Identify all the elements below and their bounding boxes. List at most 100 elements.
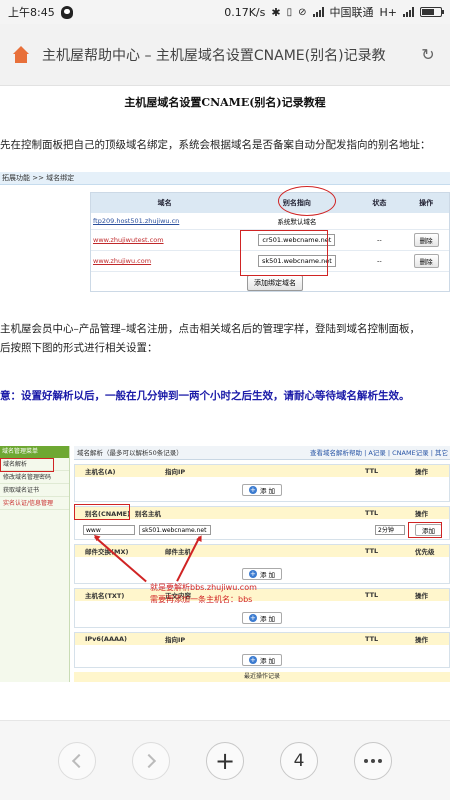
menu-button[interactable]: [354, 741, 392, 780]
aaaa-col-action: 操作: [415, 636, 428, 644]
cname-value: 系统默认域名: [277, 218, 317, 226]
dns-panel-screenshot: 域名管理菜单 域名解析 修改域名管理密码 获取域名证书 实名认证/信息管理 域名…: [0, 446, 450, 682]
page-title[interactable]: 主机屋帮助中心 – 主机屋域名设置CNAME(别名)记录教: [42, 45, 402, 65]
site-home-icon: [12, 45, 30, 64]
breadcrumb: 拓展功能 >> 域名绑定: [0, 172, 450, 185]
vibrate-icon: ▯: [286, 6, 293, 18]
side-menu: 域名管理菜单 域名解析 修改域名管理密码 获取域名证书 实名认证/信息管理: [0, 446, 70, 682]
domain-binding-screenshot: 拓展功能 >> 域名绑定 域名 别名指向 状态 操作 ftp209.host50…: [0, 172, 450, 294]
cname-col-ttl: TTL: [365, 509, 379, 517]
txt-record-section: 主机名(TXT) 正文内容 TTL 操作 + 添 加: [74, 588, 450, 628]
highlight-oval: [278, 186, 336, 216]
side-item-cert[interactable]: 获取域名证书: [0, 484, 69, 497]
col-domain: 域名: [157, 199, 172, 207]
aaaa-col-ttl: TTL: [365, 635, 379, 643]
mx-col-priority: 优先级: [415, 548, 435, 556]
dns-toolbar: 域名解析（最多可以解析50条记录） 查看域名解析帮助 | A记录 | CNAME…: [74, 446, 450, 460]
bluetooth-icon: ✱: [271, 5, 281, 19]
highlight-box: [74, 504, 130, 520]
dns-help-links[interactable]: 查看域名解析帮助 | A记录 | CNAME记录 | 其它: [310, 446, 450, 459]
annotation-line1: 就是要解析bbs.zhujiwu.com: [150, 583, 257, 592]
warning-note: 意：设置好解析以后，一般在几分钟到一两个小时之后生效，请耐心等待域名解析生效。: [0, 390, 410, 402]
silent-icon: ⊘: [298, 6, 307, 18]
table-header: 域名 别名指向 状态 操作: [91, 193, 449, 213]
intro-paragraph: 先在控制面板把自己的顶级域名绑定，系统会根据域名是否备案自动分配发指向的别名地址…: [0, 139, 431, 151]
ttl-select[interactable]: 2分钟: [375, 525, 405, 535]
a-record-section: 主机名(A) 指向IP TTL 操作 + 添 加: [74, 464, 450, 502]
plus-icon: +: [214, 746, 236, 775]
col-status: 状态: [372, 199, 387, 207]
mx-add-button[interactable]: + 添 加: [241, 568, 283, 580]
cname-col-action: 操作: [415, 510, 428, 518]
highlight-box: [408, 522, 442, 538]
a-add-label: 添 加: [259, 487, 276, 495]
dns-main: 域名解析（最多可以解析50条记录） 查看域名解析帮助 | A记录 | CNAME…: [74, 446, 450, 682]
battery-icon: [420, 7, 444, 17]
domain-link[interactable]: ftp209.host501.zhujiwu.cn: [93, 217, 179, 225]
recent-ops-bar[interactable]: 最近操作记录: [74, 672, 450, 682]
chevron-right-icon: [141, 753, 157, 768]
signal-icon: [312, 7, 324, 17]
a-add-button[interactable]: + 添 加: [241, 484, 283, 496]
a-col-ttl: TTL: [365, 467, 379, 475]
annotation-note: 就是要解析bbs.zhujiwu.com 需要再添加一条主机名：bbs: [150, 582, 257, 606]
annotation-line2: 需要再添加一条主机名：bbs: [150, 595, 253, 604]
plus-icon: +: [248, 486, 257, 494]
more-icon: [364, 758, 382, 763]
mx-col-ttl: TTL: [365, 547, 379, 555]
domain-link[interactable]: www.zhujiwutest.com: [93, 236, 164, 244]
cname-target-input[interactable]: sk501.webcname.net: [139, 525, 211, 535]
steps-paragraph-line2: 后按照下图的形式进行相关设置：: [0, 342, 158, 354]
plus-icon: +: [248, 614, 257, 622]
side-menu-title: 域名管理菜单: [0, 446, 69, 458]
mx-col-host: 邮件交换(MX): [85, 548, 129, 556]
reload-icon[interactable]: ↻: [418, 45, 438, 65]
aaaa-col-host: IPv6(AAAA): [85, 635, 128, 643]
status-value: --: [377, 236, 382, 244]
aaaa-add-button[interactable]: + 添 加: [241, 654, 283, 666]
txt-add-button[interactable]: + 添 加: [241, 612, 283, 624]
plus-icon: +: [248, 570, 257, 578]
cname-col-host: 别名主机: [135, 510, 161, 518]
browser-bottom-bar: + 4: [0, 720, 450, 800]
forward-button[interactable]: [132, 741, 170, 780]
back-button[interactable]: [58, 741, 96, 780]
aaaa-col-ip: 指向IP: [165, 636, 186, 644]
aaaa-add-label: 添 加: [259, 657, 276, 665]
delete-button[interactable]: 删除: [413, 254, 439, 268]
txt-add-label: 添 加: [259, 615, 276, 623]
highlight-box: [240, 230, 328, 276]
status-bar: 上午8:45 0.17K/s ✱ ▯ ⊘ 中国联通 H+: [0, 0, 450, 24]
mx-add-label: 添 加: [259, 571, 276, 579]
phone-screen: 上午8:45 0.17K/s ✱ ▯ ⊘ 中国联通 H+ 主机屋帮助中心 – 主…: [0, 0, 450, 800]
qq-icon: [60, 5, 73, 19]
tabs-button[interactable]: 4: [280, 741, 318, 780]
new-tab-button[interactable]: +: [206, 741, 244, 780]
status-time: 上午8:45: [8, 6, 55, 19]
signal-icon-2: [403, 7, 414, 17]
txt-col-ttl: TTL: [365, 591, 379, 599]
delete-button[interactable]: 删除: [413, 233, 439, 247]
status-value: --: [377, 257, 382, 265]
plus-icon: +: [248, 656, 257, 664]
col-action: 操作: [419, 199, 434, 207]
side-item-realname[interactable]: 实名认证/信息管理: [0, 497, 69, 510]
aaaa-record-section: IPv6(AAAA) 指向IP TTL 操作 + 添 加: [74, 632, 450, 668]
dns-title: 域名解析（最多可以解析50条记录）: [77, 449, 183, 457]
tab-count: 4: [293, 750, 305, 771]
network-type: H+: [379, 5, 398, 19]
add-binding-button[interactable]: 添加绑定域名: [247, 275, 303, 291]
table-row: ftp209.host501.zhujiwu.cn 系统默认域名: [91, 213, 449, 230]
web-content: 主机屋域名设置CNAME(别名)记录教程 先在控制面板把自己的顶级域名绑定，系统…: [0, 86, 450, 720]
browser-title-bar[interactable]: 主机屋帮助中心 – 主机屋域名设置CNAME(别名)记录教 ↻: [0, 24, 450, 86]
domain-link[interactable]: www.zhujiwu.com: [93, 257, 151, 265]
network-speed: 0.17K/s: [224, 5, 266, 19]
carrier-name: 中国联通: [329, 6, 374, 19]
a-col-host: 主机名(A): [85, 468, 116, 476]
cname-record-section: 别名(CNAME) 别名主机 TTL 操作 www sk501.webcname…: [74, 506, 450, 540]
a-col-action: 操作: [415, 468, 428, 476]
side-item-password[interactable]: 修改域名管理密码: [0, 471, 69, 484]
chevron-left-icon: [71, 753, 87, 768]
txt-col-action: 操作: [415, 592, 428, 600]
cname-host-input[interactable]: www: [83, 525, 135, 535]
